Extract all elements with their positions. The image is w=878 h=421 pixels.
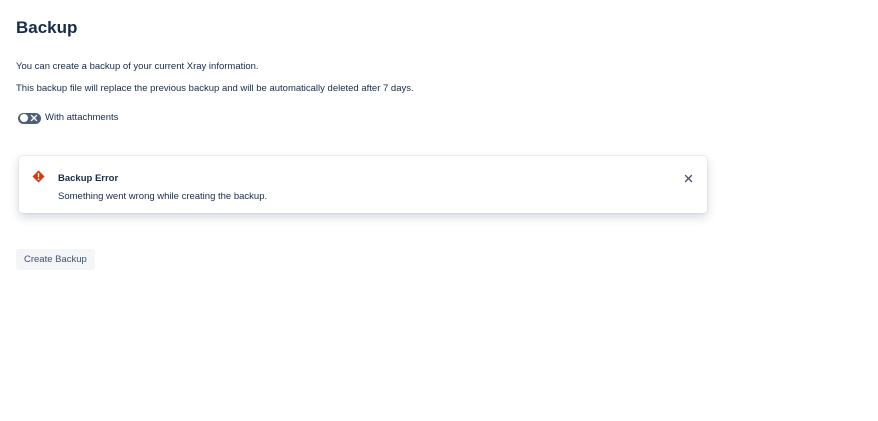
with-attachments-label: With attachments (45, 112, 119, 123)
error-flag-message: Something went wrong while creating the … (58, 191, 268, 202)
error-icon (32, 170, 45, 183)
toggle-off-icon (30, 114, 38, 122)
error-flag-title: Backup Error (58, 173, 119, 184)
description-line-2: This backup file will replace the previo… (16, 83, 414, 94)
close-icon (684, 174, 692, 182)
page-title: Backup (16, 18, 78, 37)
attachments-toggle-row: With attachments (18, 111, 118, 125)
backup-page: Backup You can create a backup of your c… (0, 0, 878, 421)
backup-error-flag: Backup Error Something went wrong while … (19, 156, 707, 213)
create-backup-button[interactable]: Create Backup (16, 249, 95, 270)
description-line-1: You can create a backup of your current … (16, 61, 259, 72)
toggle-knob (19, 114, 28, 122)
with-attachments-toggle[interactable] (18, 112, 41, 124)
dismiss-error-button[interactable] (681, 171, 695, 185)
